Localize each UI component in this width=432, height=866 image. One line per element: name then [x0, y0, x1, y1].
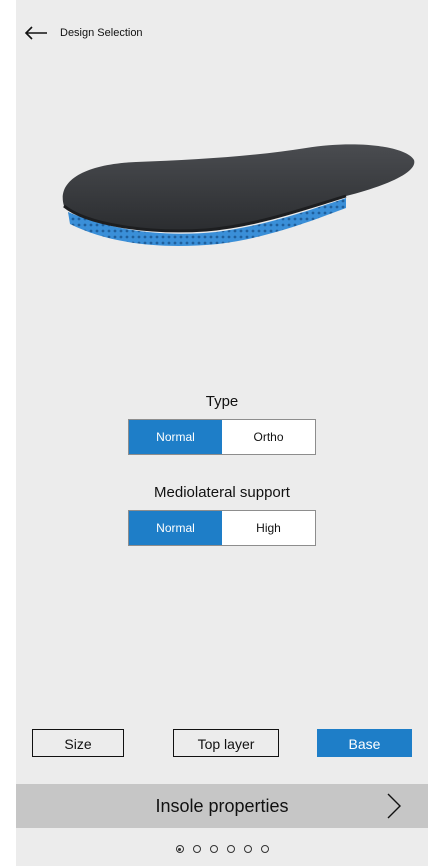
- back-arrow-icon: [24, 26, 47, 40]
- page-title: Design Selection: [60, 27, 143, 39]
- top-layer-button[interactable]: Top layer: [173, 729, 279, 757]
- support-group: Mediolateral support Normal High: [16, 484, 428, 546]
- insole-properties-label: Insole properties: [155, 795, 289, 816]
- size-button[interactable]: Size: [32, 729, 124, 757]
- page-dot-6[interactable]: [260, 845, 269, 853]
- type-option-ortho[interactable]: Ortho: [222, 420, 315, 454]
- support-option-high[interactable]: High: [222, 511, 315, 545]
- back-button[interactable]: [16, 20, 56, 46]
- chevron-right-icon: [387, 793, 401, 819]
- page-dot-2[interactable]: [192, 845, 201, 853]
- header: Design Selection: [16, 20, 143, 46]
- screen: Design Selection Type Normal Ortho Medio…: [16, 0, 428, 866]
- base-button[interactable]: Base: [317, 729, 412, 757]
- insole-icon: [62, 144, 415, 246]
- page-dot-4[interactable]: [226, 845, 235, 853]
- support-segmented-control: Normal High: [128, 510, 316, 546]
- support-label: Mediolateral support: [154, 484, 290, 501]
- bottom-buttons: Size Top layer Base: [16, 729, 428, 759]
- page-dot-1[interactable]: [175, 845, 184, 853]
- page-dot-3[interactable]: [209, 845, 218, 853]
- type-group: Type Normal Ortho: [16, 393, 428, 455]
- insole-properties-bar[interactable]: Insole properties: [16, 784, 428, 828]
- page-indicator: [16, 842, 428, 856]
- page-dot-5[interactable]: [243, 845, 252, 853]
- type-segmented-control: Normal Ortho: [128, 419, 316, 455]
- type-option-normal[interactable]: Normal: [129, 420, 222, 454]
- insole-image: [46, 120, 416, 270]
- type-label: Type: [205, 393, 239, 410]
- support-option-normal[interactable]: Normal: [129, 511, 222, 545]
